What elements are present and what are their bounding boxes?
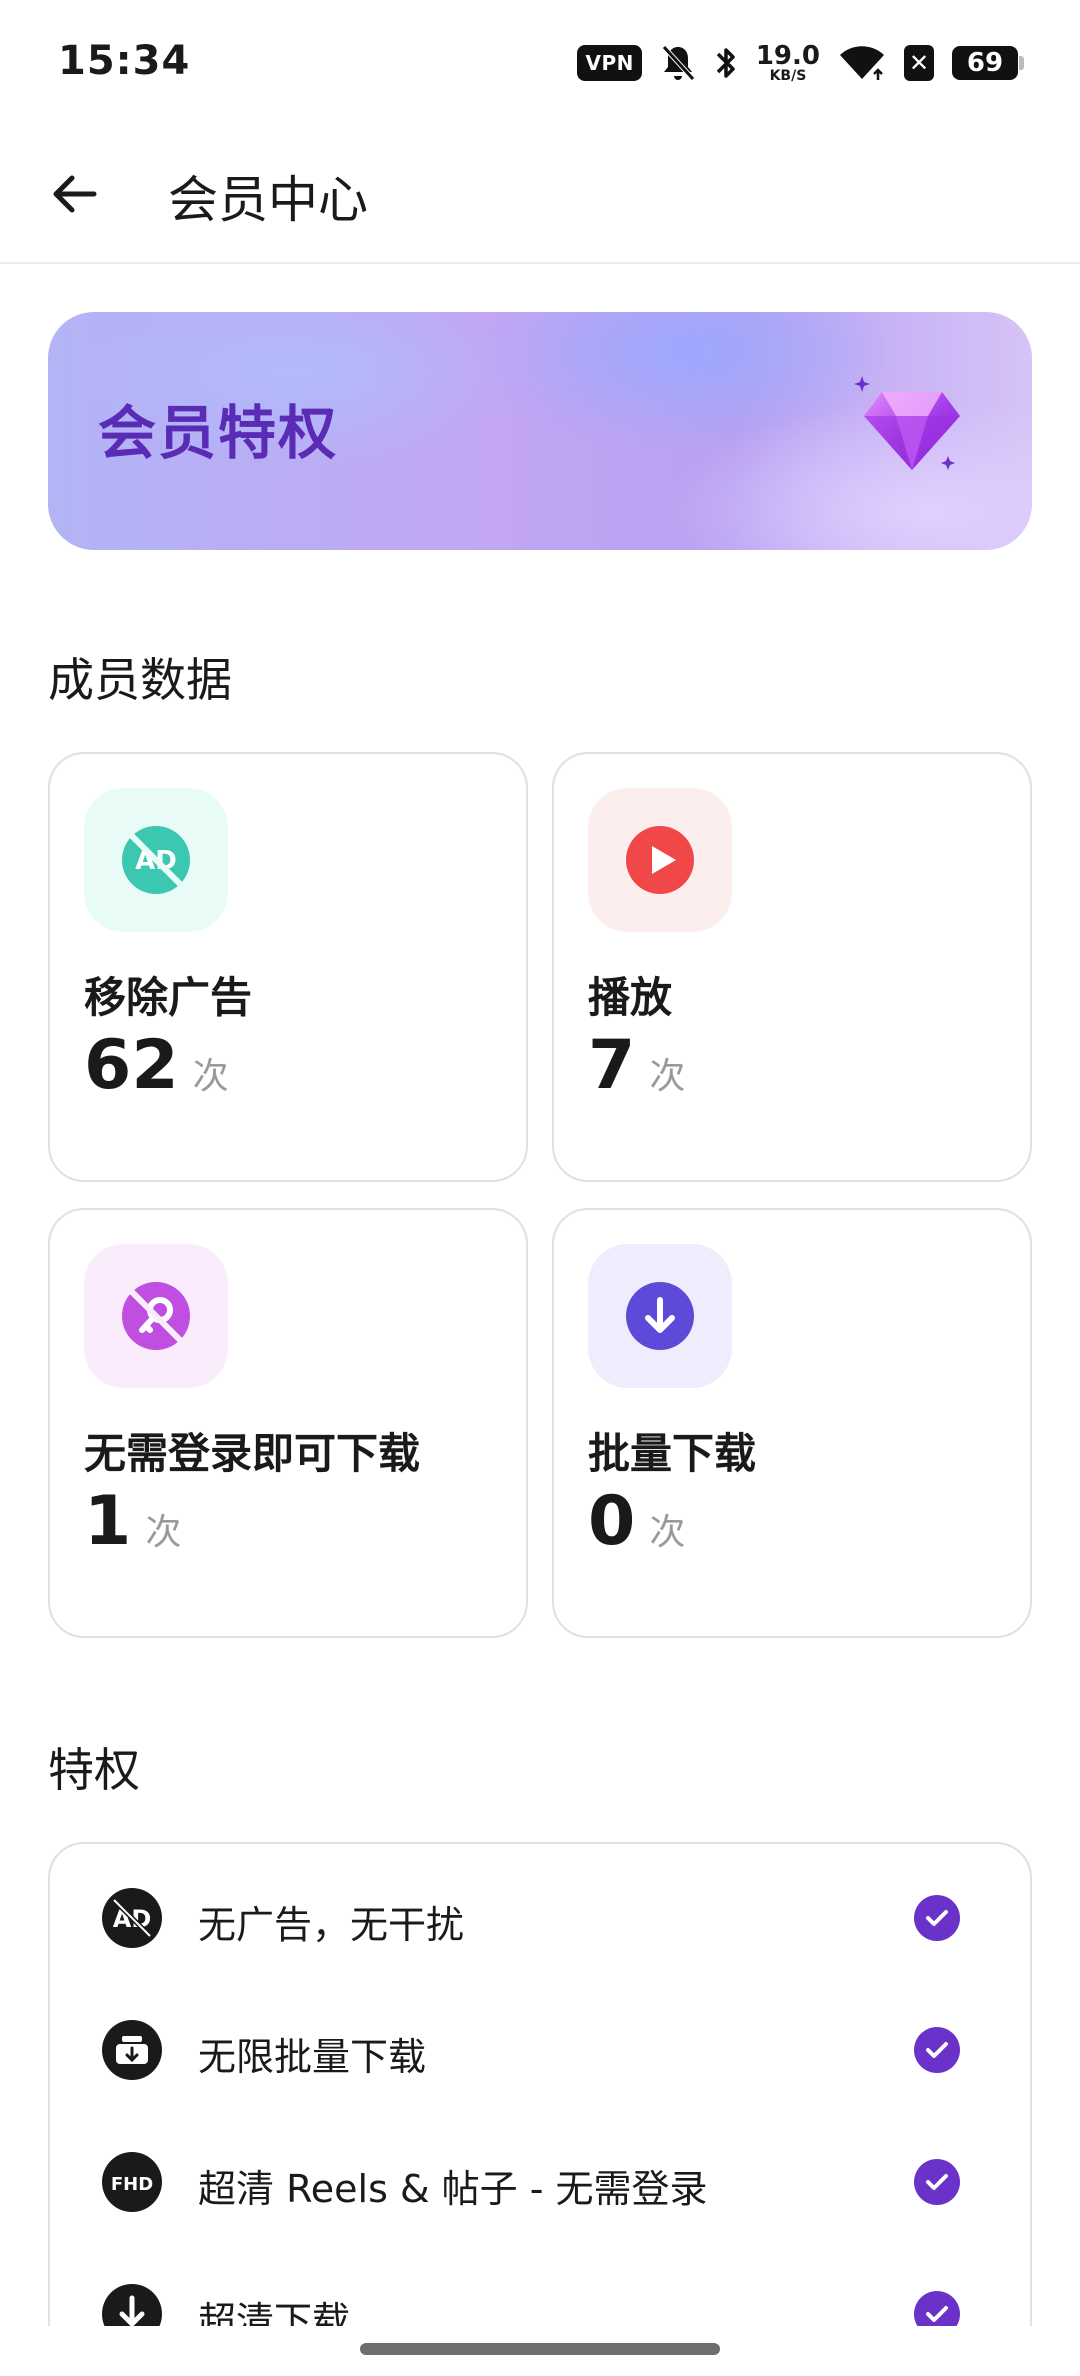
check-icon — [914, 2159, 960, 2205]
stat-value: 7 — [588, 1026, 636, 1105]
arrow-left-icon — [53, 175, 97, 213]
stat-value: 62 — [84, 1026, 179, 1105]
privilege-label: 超清 Reels & 帖子 - 无需登录 — [198, 2167, 708, 2211]
stat-unit: 次 — [145, 1512, 182, 1553]
banner-title: 会员特权 — [98, 399, 339, 467]
status-icons: VPN 19.0 KB/S ✕ 69 — [577, 40, 1024, 86]
stat-card-play: 播放 7 次 — [552, 752, 1032, 1182]
play-icon — [626, 826, 694, 894]
check-icon — [914, 1895, 960, 1941]
stat-icon-background: AD — [84, 788, 228, 932]
privileges-list: AD 无广告，无干扰 无限批量下载 — [48, 1842, 1032, 2376]
stat-label: 播放 — [588, 973, 673, 1022]
download-arrow-icon — [626, 1282, 694, 1350]
home-indicator[interactable] — [360, 2343, 720, 2355]
privilege-label: 无限批量下载 — [198, 2035, 427, 2079]
vpn-icon: VPN — [577, 45, 642, 81]
batch-download-icon — [102, 2020, 162, 2080]
stat-value-row: 7 次 — [588, 1026, 685, 1105]
privileges-section-title: 特权 — [48, 1743, 140, 1797]
bluetooth-icon — [716, 48, 735, 78]
bell-muted-icon — [661, 45, 695, 81]
no-login-key-icon — [122, 1282, 190, 1350]
membership-center-page: 15:34 VPN 19.0 KB/S ✕ 69 会员中心 会员特权 成员数据 … — [0, 0, 1080, 2376]
fhd-icon: FHD — [102, 2152, 162, 2212]
stat-label: 批量下载 — [588, 1429, 757, 1478]
stat-icon-background — [588, 1244, 732, 1388]
check-icon — [914, 2027, 960, 2073]
wifi-icon — [840, 46, 884, 81]
stat-value-row: 1 次 — [84, 1482, 181, 1561]
stat-icon-background — [84, 1244, 228, 1388]
stat-label: 移除广告 — [84, 973, 253, 1022]
stat-value: 0 — [588, 1482, 636, 1561]
stat-unit: 次 — [192, 1056, 229, 1097]
ad-block-icon: AD — [102, 1888, 162, 1948]
stat-unit: 次 — [649, 1056, 686, 1097]
network-speed: 19.0 KB/S — [755, 41, 820, 84]
stats-section-title: 成员数据 — [48, 653, 232, 707]
stat-card-no-login-download: 无需登录即可下载 1 次 — [48, 1208, 528, 1638]
stat-value-row: 0 次 — [588, 1482, 685, 1561]
diamond-icon — [854, 376, 960, 470]
privilege-item: FHD 超清 Reels & 帖子 - 无需登录 — [50, 2132, 1030, 2232]
stat-icon-background — [588, 788, 732, 932]
battery-icon: 69 — [952, 46, 1024, 80]
back-button[interactable] — [40, 160, 108, 228]
stat-unit: 次 — [649, 1512, 686, 1553]
membership-banner: 会员特权 — [48, 312, 1032, 550]
stat-card-ad-removal: AD 移除广告 62 次 — [48, 752, 528, 1182]
no-sim-icon: ✕ — [904, 45, 934, 81]
app-bar: 会员中心 — [0, 120, 1080, 264]
privilege-label: 无广告，无干扰 — [198, 1903, 465, 1947]
ad-block-icon: AD — [122, 826, 190, 894]
status-bar: 15:34 VPN 19.0 KB/S ✕ 69 — [0, 0, 1080, 120]
page-title: 会员中心 — [168, 171, 368, 229]
stat-value: 1 — [84, 1482, 132, 1561]
stat-label: 无需登录即可下载 — [84, 1429, 421, 1478]
stat-value-row: 62 次 — [84, 1026, 229, 1105]
stat-card-batch-download: 批量下载 0 次 — [552, 1208, 1032, 1638]
svg-text:FHD: FHD — [111, 2174, 153, 2195]
privilege-item: AD 无广告，无干扰 — [50, 1868, 1030, 1968]
status-time: 15:34 — [58, 38, 191, 84]
privilege-item: 无限批量下载 — [50, 2000, 1030, 2100]
